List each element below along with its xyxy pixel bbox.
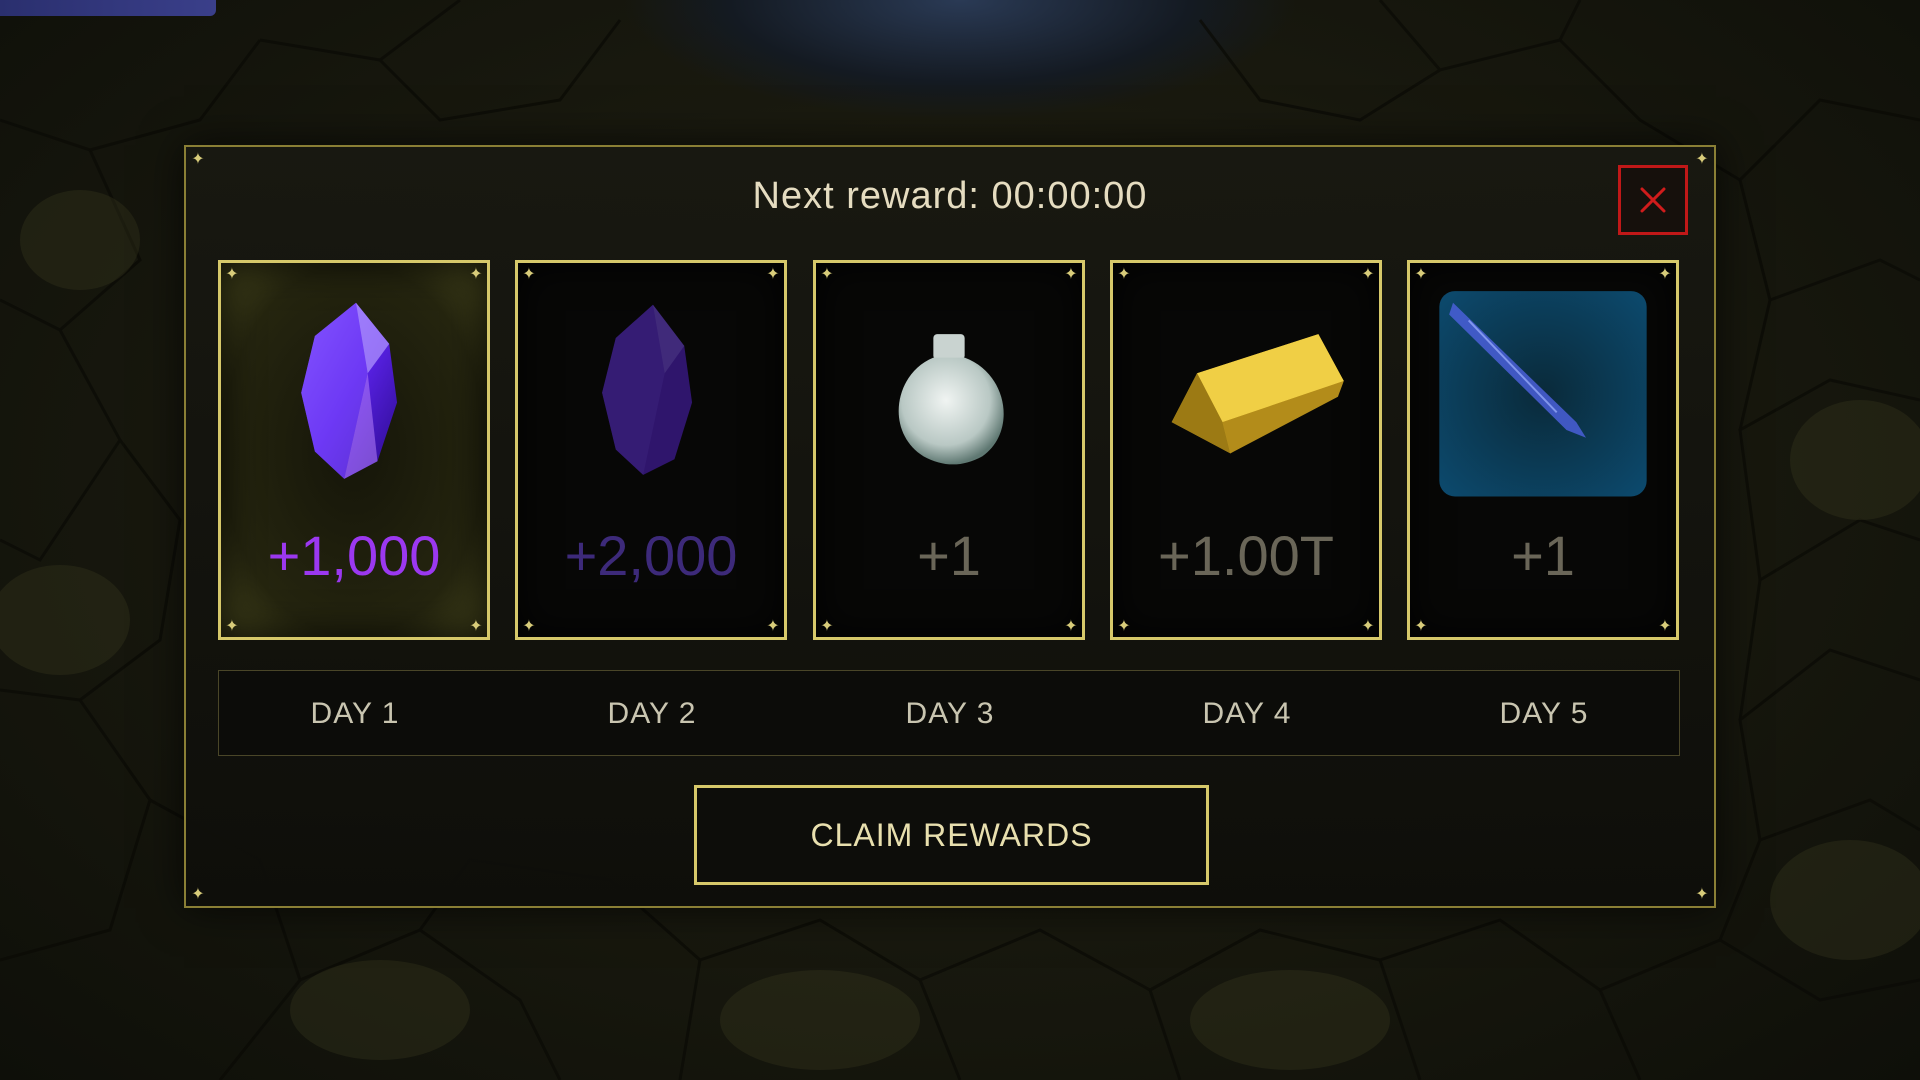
- day-labels-bar: DAY 1 DAY 2 DAY 3 DAY 4 DAY 5: [218, 670, 1680, 756]
- daily-rewards-dialog: ✦ ✦ ✦ ✦ Next reward: 00:00:00 ✦ ✦ ✦ ✦ +1…: [184, 145, 1716, 908]
- day-label-2: DAY 2: [607, 697, 697, 730]
- next-reward-timer: Next reward: 00:00:00: [752, 175, 1148, 217]
- day-label-3: DAY 3: [905, 697, 995, 730]
- corner-sparkle-icon: ✦: [1361, 616, 1375, 635]
- corner-sparkle-icon: ✦: [1695, 884, 1709, 903]
- top-left-hud-bar: [0, 0, 216, 16]
- reward-amount: +2,000: [564, 524, 738, 587]
- close-x-icon: [1640, 187, 1666, 213]
- reward-amount: +1: [1511, 524, 1575, 587]
- corner-sparkle-icon: ✦: [191, 149, 205, 168]
- corner-sparkle-icon: ✦: [1695, 149, 1709, 168]
- day-label-4: DAY 4: [1202, 697, 1292, 730]
- claim-rewards-button[interactable]: CLAIM REWARDS: [694, 785, 1209, 885]
- corner-sparkle-icon: ✦: [1414, 616, 1428, 635]
- reward-amount: +1: [917, 524, 981, 587]
- reward-amount: +1,000: [267, 524, 441, 587]
- corner-sparkle-icon: ✦: [1117, 616, 1131, 635]
- corner-sparkle-icon: ✦: [1658, 616, 1672, 635]
- gold-bar-icon: [1171, 334, 1344, 454]
- corner-sparkle-icon: ✦: [820, 616, 834, 635]
- reward-amount: +1.00T: [1158, 524, 1334, 587]
- claim-rewards-label: CLAIM REWARDS: [810, 816, 1093, 853]
- day-label-1: DAY 1: [310, 697, 400, 730]
- reward-card-day-5[interactable]: ✦ ✦ ✦ ✦ +1: [1407, 260, 1679, 640]
- corner-sparkle-icon: ✦: [1064, 616, 1078, 635]
- corner-sparkle-icon: ✦: [225, 616, 239, 635]
- reward-card-day-2[interactable]: ✦ ✦ ✦ ✦ +2,000: [515, 260, 787, 640]
- corner-sparkle-icon: ✦: [191, 884, 205, 903]
- corner-sparkle-icon: ✦: [766, 616, 780, 635]
- close-button[interactable]: [1618, 165, 1688, 235]
- reward-card-day-4[interactable]: ✦ ✦ ✦ ✦ +1.00T: [1110, 260, 1382, 640]
- potion-flask-icon: [898, 334, 1004, 465]
- reward-card-day-1[interactable]: ✦ ✦ ✦ ✦ +1,000: [218, 260, 490, 640]
- reward-card-day-3[interactable]: ✦ ✦ ✦ ✦ +1: [813, 260, 1085, 640]
- corner-sparkle-icon: ✦: [469, 616, 483, 635]
- corner-sparkle-icon: ✦: [522, 616, 536, 635]
- day-label-5: DAY 5: [1499, 697, 1589, 730]
- blue-blade-icon: [1439, 291, 1647, 497]
- purple-crystal-icon: [301, 302, 398, 479]
- purple-crystal-icon: [602, 304, 693, 475]
